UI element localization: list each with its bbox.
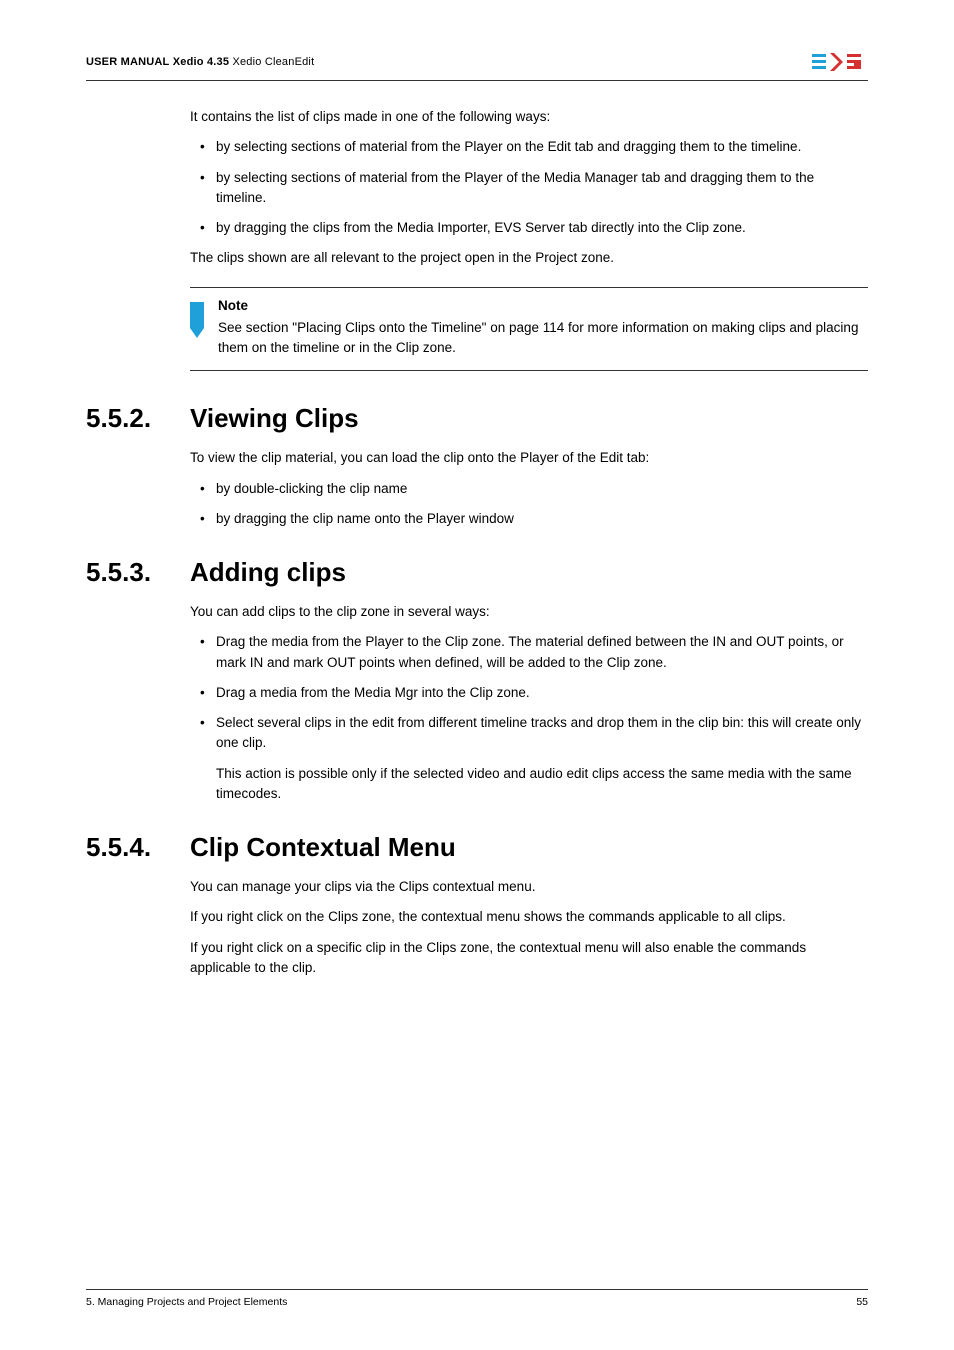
- section-number: 5.5.2.: [86, 403, 190, 434]
- list-item: by double-clicking the clip name: [190, 479, 868, 499]
- note-text: See section "Placing Clips onto the Time…: [218, 320, 858, 355]
- section-552-body: To view the clip material, you can load …: [190, 448, 868, 529]
- footer-page-number: 55: [856, 1296, 868, 1308]
- list-item: by dragging the clip name onto the Playe…: [190, 509, 868, 529]
- list-item: by dragging the clips from the Media Imp…: [190, 218, 868, 238]
- list-item: by selecting sections of material from t…: [190, 168, 868, 209]
- evs-logo-icon: [812, 50, 868, 74]
- section-number: 5.5.4.: [86, 832, 190, 863]
- paragraph: If you right click on a specific clip in…: [190, 938, 868, 979]
- footer-chapter: 5. Managing Projects and Project Element…: [86, 1296, 287, 1308]
- paragraph: You can manage your clips via the Clips …: [190, 877, 868, 897]
- intro-block: It contains the list of clips made in on…: [190, 107, 868, 371]
- list-item: Drag a media from the Media Mgr into the…: [190, 683, 868, 703]
- section-list: by double-clicking the clip name by drag…: [190, 479, 868, 530]
- section-lead: You can add clips to the clip zone in se…: [190, 602, 868, 622]
- paragraph: If you right click on the Clips zone, th…: [190, 907, 868, 927]
- list-item: Select several clips in the edit from di…: [190, 713, 868, 754]
- note-tag-icon: [190, 302, 204, 338]
- section-554-body: You can manage your clips via the Clips …: [190, 877, 868, 978]
- section-lead: To view the clip material, you can load …: [190, 448, 868, 468]
- header-manual-prefix: USER MANUAL: [86, 56, 169, 68]
- section-number: 5.5.3.: [86, 557, 190, 588]
- section-552-heading: 5.5.2. Viewing Clips: [86, 403, 868, 434]
- section-553-heading: 5.5.3. Adding clips: [86, 557, 868, 588]
- header-module: Xedio CleanEdit: [232, 56, 314, 68]
- header-product: Xedio 4.35: [173, 56, 229, 68]
- note-label: Note: [218, 296, 868, 316]
- section-title: Adding clips: [190, 557, 346, 588]
- section-554-heading: 5.5.4. Clip Contextual Menu: [86, 832, 868, 863]
- note-content: Note See section "Placing Clips onto the…: [218, 296, 868, 359]
- section-553-body: You can add clips to the clip zone in se…: [190, 602, 868, 804]
- page-footer: 5. Managing Projects and Project Element…: [86, 1289, 868, 1308]
- list-item: Drag the media from the Player to the Cl…: [190, 632, 868, 673]
- page-header: USER MANUAL Xedio 4.35 Xedio CleanEdit: [86, 50, 868, 81]
- section-title: Viewing Clips: [190, 403, 359, 434]
- note-callout: Note See section "Placing Clips onto the…: [190, 287, 868, 372]
- section-note-below: This action is possible only if the sele…: [216, 764, 868, 805]
- intro-closing: The clips shown are all relevant to the …: [190, 248, 868, 268]
- list-item: by selecting sections of material from t…: [190, 137, 868, 157]
- header-title: USER MANUAL Xedio 4.35 Xedio CleanEdit: [86, 56, 314, 68]
- section-list: Drag the media from the Player to the Cl…: [190, 632, 868, 753]
- section-title: Clip Contextual Menu: [190, 832, 456, 863]
- intro-list: by selecting sections of material from t…: [190, 137, 868, 238]
- intro-lead: It contains the list of clips made in on…: [190, 107, 868, 127]
